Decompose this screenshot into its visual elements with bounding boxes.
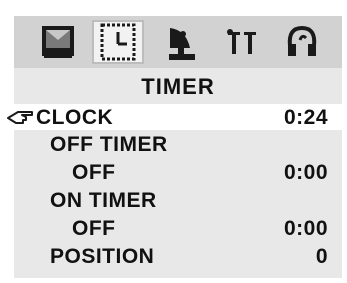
menu-item-on-timer[interactable]: ON TIMER bbox=[14, 187, 342, 213]
menu-item-label: OFF TIMER bbox=[50, 133, 168, 156]
menu-item-clock[interactable]: CLOCK 0:24 bbox=[7, 104, 342, 130]
clock-icon bbox=[100, 23, 136, 61]
menu-tab-bar bbox=[14, 16, 342, 68]
menu-item-label: CLOCK bbox=[36, 106, 114, 129]
satellite-dish-icon bbox=[169, 28, 195, 60]
menu-item-value: 0:00 bbox=[283, 161, 328, 184]
osd-menu: TIMER CLOCK 0:24 OFF TIMER OFF 0:00 ON T… bbox=[7, 16, 342, 278]
menu-item-on-timer-setting[interactable]: OFF 0:00 bbox=[14, 215, 342, 241]
tools-icon bbox=[227, 29, 256, 54]
menu-title: TIMER bbox=[141, 74, 215, 99]
menu-item-off-timer-setting[interactable]: OFF 0:00 bbox=[14, 159, 342, 185]
tab-timer[interactable] bbox=[92, 20, 144, 64]
menu-item-off-timer[interactable]: OFF TIMER bbox=[14, 131, 342, 157]
menu-item-position[interactable]: POSITION 0 bbox=[14, 243, 342, 269]
tab-audio[interactable] bbox=[276, 20, 328, 64]
menu-item-label: OFF bbox=[72, 161, 116, 184]
tab-picture[interactable] bbox=[32, 20, 84, 64]
menu-item-label: POSITION bbox=[50, 245, 155, 268]
menu-item-label: OFF bbox=[72, 217, 116, 240]
menu-item-value: 0:00 bbox=[283, 217, 328, 240]
pointing-hand-icon bbox=[7, 111, 33, 124]
tab-channel[interactable] bbox=[156, 20, 208, 64]
audio-icon bbox=[287, 25, 317, 56]
menu-item-label: ON TIMER bbox=[50, 189, 157, 212]
menu-item-value: 0:24 bbox=[283, 106, 328, 129]
menu-item-value: 0 bbox=[315, 245, 328, 268]
tab-tools[interactable] bbox=[216, 20, 268, 64]
picture-icon bbox=[42, 26, 74, 58]
